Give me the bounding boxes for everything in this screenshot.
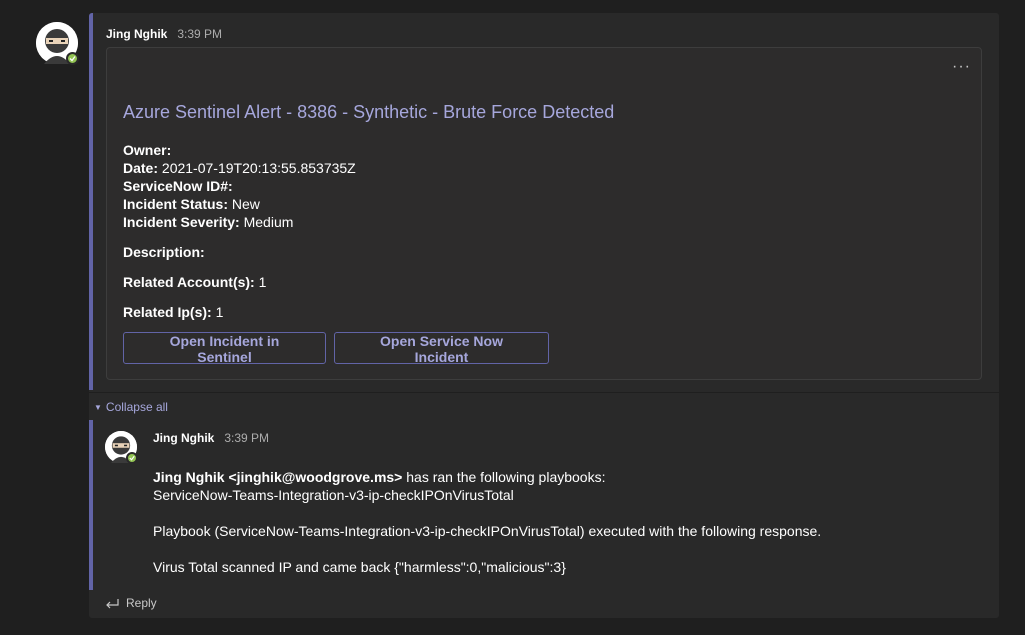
open-incident-in-sentinel-button[interactable]: Open Incident in Sentinel xyxy=(123,332,326,365)
fact-label: Incident Status: xyxy=(123,196,229,212)
reply-timestamp: 3:39 PM xyxy=(224,431,270,445)
fact-incident-status: Incident Status: New xyxy=(123,195,356,213)
divider xyxy=(89,392,999,393)
reply-avatar[interactable] xyxy=(105,431,138,464)
avatar[interactable] xyxy=(36,22,79,65)
reply-label: Reply xyxy=(126,596,157,610)
mention[interactable]: Jing Nghik <jinghik@woodgrove.ms> xyxy=(153,469,402,485)
fact-label: Owner: xyxy=(123,142,172,158)
fact-value: Medium xyxy=(239,214,294,230)
reply-line-1: Jing Nghik <jinghik@woodgrove.ms> has ra… xyxy=(153,468,973,486)
reply-line-3: Playbook (ServiceNow-Teams-Integration-v… xyxy=(153,523,822,539)
reply-author-name[interactable]: Jing Nghik xyxy=(153,431,214,445)
reply-line-4: Virus Total scanned IP and came back {"h… xyxy=(153,559,566,575)
description-label: Description: xyxy=(123,244,205,260)
available-status-icon xyxy=(126,452,138,464)
reply-accent-bar xyxy=(89,420,93,590)
related-accounts-label: Related Account(s): xyxy=(123,274,255,290)
message-header: Jing Nghik 3:39 PM xyxy=(106,27,222,41)
related-ips-field: Related Ip(s): 1 xyxy=(123,304,223,320)
card-title: Azure Sentinel Alert - 8386 - Synthetic … xyxy=(123,102,615,122)
fact-value: 2021-07-19T20:13:55.853735Z xyxy=(158,160,356,176)
fact-date: Date: 2021-07-19T20:13:55.853735Z xyxy=(123,159,356,177)
collapse-all-link[interactable]: ▼ Collapse all xyxy=(94,400,168,414)
timestamp: 3:39 PM xyxy=(177,27,223,41)
collapse-all-label: Collapse all xyxy=(105,400,168,414)
related-ips-value: 1 xyxy=(211,304,224,320)
description-field: Description: xyxy=(123,244,205,260)
caret-down-icon: ▼ xyxy=(94,402,102,412)
fact-value: New xyxy=(228,196,260,212)
fact-servicenow-id: ServiceNow ID#: xyxy=(123,177,356,195)
related-accounts-field: Related Account(s): 1 xyxy=(123,274,266,290)
author-name[interactable]: Jing Nghik xyxy=(106,27,167,41)
fact-label: Incident Severity: xyxy=(123,214,240,230)
reply-line-1-text: has ran the following playbooks: xyxy=(402,469,606,485)
reply-arrow-icon xyxy=(106,599,119,609)
fact-label: ServiceNow ID#: xyxy=(123,178,233,194)
related-ips-label: Related Ip(s): xyxy=(123,304,212,320)
adaptive-card: ··· Azure Sentinel Alert - 8386 - Synthe… xyxy=(106,47,982,380)
open-service-now-incident-button[interactable]: Open Service Now Incident xyxy=(334,332,549,365)
fact-owner: Owner: xyxy=(123,141,356,159)
available-status-icon xyxy=(66,52,79,65)
thread-accent-bar xyxy=(89,13,93,390)
reply-body: Jing Nghik <jinghik@woodgrove.ms> has ra… xyxy=(153,468,973,576)
reply-header: Jing Nghik 3:39 PM xyxy=(153,431,269,445)
related-accounts-value: 1 xyxy=(254,274,267,290)
incident-facts: Owner: Date: 2021-07-19T20:13:55.853735Z… xyxy=(123,141,356,231)
more-options-icon[interactable]: ··· xyxy=(952,58,971,76)
reply-line-2: ServiceNow-Teams-Integration-v3-ip-check… xyxy=(153,487,514,503)
reply-button[interactable]: Reply xyxy=(104,596,157,610)
fact-label: Date: xyxy=(123,160,159,176)
fact-incident-severity: Incident Severity: Medium xyxy=(123,213,356,231)
